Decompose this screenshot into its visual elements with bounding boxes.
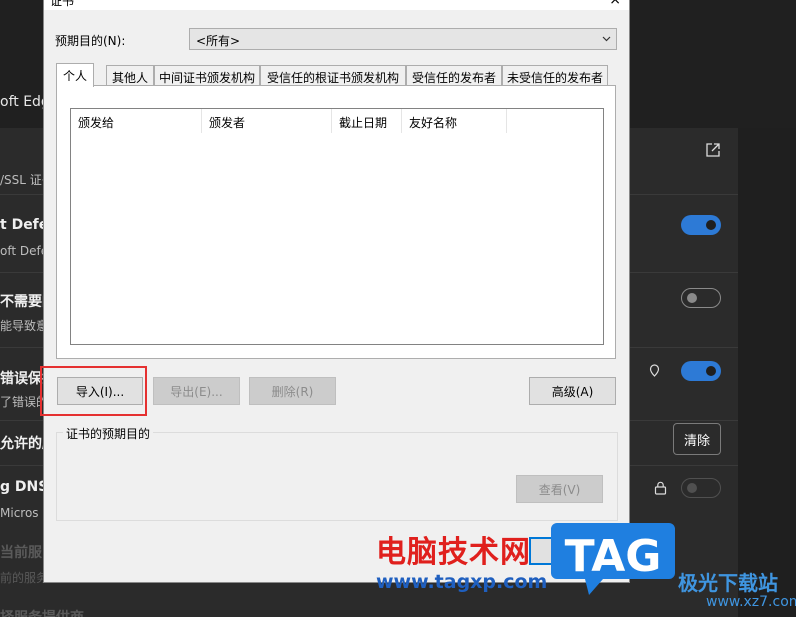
- tab-panel-personal: 颁发给 颁发者 截止日期 友好名称: [56, 85, 616, 359]
- tab-trusted-root-ca[interactable]: 受信任的根证书颁发机构: [260, 65, 406, 86]
- purpose-groupbox: 证书的预期目的 查看(V): [56, 425, 618, 521]
- current-provider-sub: 前的服务: [0, 571, 49, 585]
- tag-logo-icon: TAG: [551, 523, 675, 595]
- chevron-down-icon: [602, 36, 611, 42]
- tab-personal[interactable]: 个人: [56, 63, 94, 87]
- column-issued-to[interactable]: 颁发给: [71, 109, 202, 133]
- tab-other-people[interactable]: 其他人: [106, 65, 154, 86]
- lock-icon: [654, 481, 667, 495]
- import-highlight-box: [40, 366, 147, 416]
- watermark-text: 电脑技术网: [376, 535, 531, 570]
- purpose-select[interactable]: <所有>: [189, 28, 617, 50]
- view-button[interactable]: 查看(V): [516, 475, 603, 503]
- column-issued-by[interactable]: 颁发者: [202, 109, 332, 133]
- column-expiration[interactable]: 截止日期: [332, 109, 402, 133]
- purpose-label: 预期目的(N):: [55, 34, 126, 48]
- tab-untrusted-publishers[interactable]: 未受信任的发布者: [502, 65, 608, 86]
- watermark-site-name: 极光下载站: [678, 571, 778, 595]
- secure-dns-row-sub: Micros: [0, 506, 39, 520]
- defender-row-sub: oft Defe: [0, 244, 49, 258]
- remove-button[interactable]: 删除(R): [249, 377, 336, 405]
- open-external-icon[interactable]: [706, 143, 720, 157]
- secure-dns-row-title: g DNS: [0, 479, 49, 495]
- dialog-titlebar: 证书 ×: [44, 0, 629, 10]
- choose-provider-title: 择服务提供商: [0, 607, 84, 617]
- certificate-dialog: 证书 × 预期目的(N): <所有> 个人 其他人 中间证书颁发机构 受信任的根…: [40, 0, 630, 583]
- close-icon[interactable]: ×: [609, 0, 621, 8]
- watermark-url: www.tagxp.com: [376, 571, 548, 593]
- export-button[interactable]: 导出(E)...: [153, 377, 240, 405]
- pin-icon: [649, 364, 660, 377]
- tab-trusted-publishers[interactable]: 受信任的发布者: [406, 65, 502, 86]
- column-friendly-name[interactable]: 友好名称: [402, 109, 507, 133]
- typo-protection-toggle[interactable]: [681, 361, 721, 381]
- tab-intermediate-ca[interactable]: 中间证书颁发机构: [154, 65, 260, 86]
- pua-row-sub: 能导致意: [0, 319, 49, 333]
- defender-toggle[interactable]: [681, 215, 721, 235]
- pua-toggle[interactable]: [681, 288, 721, 308]
- certificate-list[interactable]: 颁发给 颁发者 截止日期 友好名称: [70, 108, 604, 345]
- purpose-group-title: 证书的预期目的: [63, 425, 154, 442]
- secure-dns-toggle[interactable]: [681, 478, 721, 498]
- current-provider-title: 当前服: [0, 545, 42, 561]
- tag-logo-text: TAG: [565, 531, 662, 582]
- purpose-select-value: <所有>: [196, 34, 241, 48]
- advanced-button[interactable]: 高级(A): [529, 377, 616, 405]
- clear-button[interactable]: 清除: [673, 423, 721, 455]
- watermark-site-url: www.xz7.com: [706, 594, 796, 610]
- dialog-title: 证书: [50, 0, 75, 8]
